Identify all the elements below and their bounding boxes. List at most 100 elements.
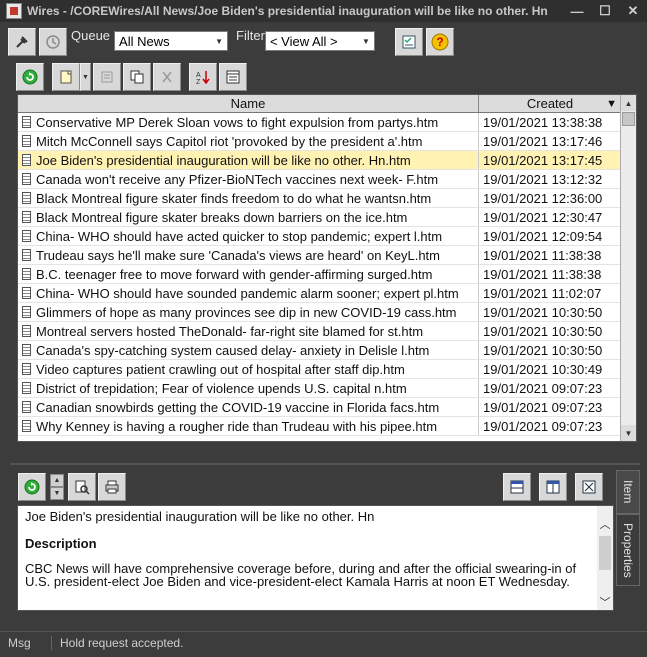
document-icon xyxy=(22,249,31,261)
document-icon xyxy=(22,420,31,432)
cell-created: 19/01/2021 10:30:50 xyxy=(483,304,603,320)
table-row[interactable]: Why Kenney is having a rougher ride than… xyxy=(18,417,621,436)
cell-name: District of trepidation; Fear of violenc… xyxy=(18,379,479,397)
table-row[interactable]: Joe Biden's presidential inauguration wi… xyxy=(18,151,621,170)
edit-button[interactable] xyxy=(93,63,121,91)
table-row[interactable]: Video captures patient crawling out of h… xyxy=(18,360,621,379)
grid-scrollbar[interactable]: ▲ ▼ xyxy=(620,95,636,441)
new-item-dropdown[interactable]: ▼ xyxy=(80,63,91,91)
cell-name-text: District of trepidation; Fear of violenc… xyxy=(36,380,407,396)
tab-properties[interactable]: Properties xyxy=(616,514,640,586)
chevron-down-icon[interactable]: ﹀ xyxy=(597,594,613,609)
table-row[interactable]: Trudeau says he'll make sure 'Canada's v… xyxy=(18,246,621,265)
close-button[interactable]: ✕ xyxy=(619,0,647,22)
table-row[interactable]: China- WHO should have sounded pandemic … xyxy=(18,284,621,303)
history-button[interactable] xyxy=(39,28,67,56)
maximize-button[interactable]: ☐ xyxy=(591,0,619,22)
scroll-thumb[interactable] xyxy=(622,112,635,126)
cell-created: 19/01/2021 09:07:23 xyxy=(483,380,603,396)
detail-toolbar: ▲ ▼ xyxy=(18,471,603,503)
refresh-button[interactable] xyxy=(16,63,44,91)
wires-list: Name Created ▼ Conservative MP Derek Slo… xyxy=(17,94,637,442)
document-icon xyxy=(22,192,31,204)
title-bar: Wires - /COREWires/All News/Joe Biden's … xyxy=(0,0,647,22)
column-header-name[interactable]: Name xyxy=(18,95,479,112)
refresh-icon xyxy=(22,69,38,85)
item-detail-pane: Joe Biden's presidential inauguration wi… xyxy=(17,505,614,611)
copy-button[interactable] xyxy=(123,63,151,91)
delete-button[interactable] xyxy=(153,63,181,91)
columns-button[interactable] xyxy=(219,63,247,91)
table-row[interactable]: B.C. teenager free to move forward with … xyxy=(18,265,621,284)
description-text: CBC News will have comprehensive coverag… xyxy=(25,561,577,589)
table-row[interactable]: Glimmers of hope as many provinces see d… xyxy=(18,303,621,322)
minimize-button[interactable]: — xyxy=(563,0,591,22)
filter-select-value: < View All > xyxy=(269,33,338,49)
scroll-down-icon[interactable]: ▼ xyxy=(621,425,636,441)
table-row[interactable]: Mitch McConnell says Capitol riot 'provo… xyxy=(18,132,621,151)
printer-icon xyxy=(105,480,119,494)
layout-vertical-button[interactable] xyxy=(539,473,567,501)
cell-name-text: Mitch McConnell says Capitol riot 'provo… xyxy=(36,133,423,149)
table-row[interactable]: Black Montreal figure skater finds freed… xyxy=(18,189,621,208)
column-header-created-label: Created xyxy=(526,96,574,111)
cell-name-text: Joe Biden's presidential inauguration wi… xyxy=(36,152,411,168)
cell-name: B.C. teenager free to move forward with … xyxy=(18,265,479,283)
table-row[interactable]: Canada won't receive any Pfizer-BioNTech… xyxy=(18,170,621,189)
table-row[interactable]: Black Montreal figure skater breaks down… xyxy=(18,208,621,227)
filter-select[interactable]: < View All > ▼ xyxy=(264,31,375,51)
table-row[interactable]: China- WHO should have acted quicker to … xyxy=(18,227,621,246)
cell-created: 19/01/2021 10:30:49 xyxy=(483,361,603,377)
cell-name: Trudeau says he'll make sure 'Canada's v… xyxy=(18,246,479,264)
previous-item-icon[interactable]: ▲ xyxy=(50,474,64,487)
find-button[interactable] xyxy=(68,473,96,501)
sort-icon: AZ xyxy=(196,71,210,85)
cell-name: Canada's spy-catching system caused dela… xyxy=(18,341,479,359)
sort-button[interactable]: AZ xyxy=(189,63,217,91)
cell-created: 19/01/2021 12:30:47 xyxy=(483,209,603,225)
detail-scrollbar[interactable]: ︿ ﹀ xyxy=(597,506,613,610)
cell-name-text: Black Montreal figure skater finds freed… xyxy=(36,190,432,206)
document-icon xyxy=(22,154,31,166)
cell-name-text: Why Kenney is having a rougher ride than… xyxy=(36,418,438,434)
table-row[interactable]: Canadian snowbirds getting the COVID-19 … xyxy=(18,398,621,417)
chevron-down-icon: ▼ xyxy=(215,36,224,46)
document-icon xyxy=(22,344,31,356)
queue-select[interactable]: All News ▼ xyxy=(114,31,229,51)
grid-rows: Conservative MP Derek Sloan vows to figh… xyxy=(18,113,621,441)
layout-horizontal-button[interactable] xyxy=(503,473,531,501)
help-icon: ? xyxy=(431,33,449,51)
detail-scroll-thumb[interactable] xyxy=(599,536,611,570)
table-row[interactable]: Montreal servers hosted TheDonald- far-r… xyxy=(18,322,621,341)
pin-tool-button[interactable] xyxy=(8,28,36,56)
document-icon xyxy=(22,230,31,242)
svg-text:?: ? xyxy=(436,35,443,49)
chevron-up-icon[interactable]: ︿ xyxy=(597,516,613,531)
column-header-created[interactable]: Created ▼ xyxy=(479,95,621,112)
new-document-icon xyxy=(60,70,72,84)
document-icon xyxy=(22,268,31,280)
close-panel-icon xyxy=(582,480,596,494)
cell-name-text: China- WHO should have sounded pandemic … xyxy=(36,285,459,301)
tab-item[interactable]: Item xyxy=(616,470,640,514)
layout-none-button[interactable] xyxy=(575,473,603,501)
copy-icon xyxy=(130,70,144,84)
next-item-icon[interactable]: ▼ xyxy=(50,487,64,500)
panel-splitter[interactable] xyxy=(10,463,640,465)
scroll-up-icon[interactable]: ▲ xyxy=(621,95,636,111)
cell-created: 19/01/2021 13:17:45 xyxy=(483,152,603,168)
svg-text:A: A xyxy=(196,72,201,79)
print-button[interactable] xyxy=(98,473,126,501)
chevron-down-icon: ▼ xyxy=(362,36,370,46)
table-row[interactable]: Conservative MP Derek Sloan vows to figh… xyxy=(18,113,621,132)
document-icon xyxy=(22,363,31,375)
table-row[interactable]: Canada's spy-catching system caused dela… xyxy=(18,341,621,360)
help-button[interactable]: ? xyxy=(425,28,454,56)
document-icon xyxy=(22,306,31,318)
checklist-button[interactable] xyxy=(394,28,423,56)
table-row[interactable]: District of trepidation; Fear of violenc… xyxy=(18,379,621,398)
new-item-button[interactable] xyxy=(52,63,80,91)
cell-name-text: Black Montreal figure skater breaks down… xyxy=(36,209,408,225)
chevron-down-icon: ▼ xyxy=(82,73,89,81)
detail-refresh-button[interactable] xyxy=(18,473,46,501)
